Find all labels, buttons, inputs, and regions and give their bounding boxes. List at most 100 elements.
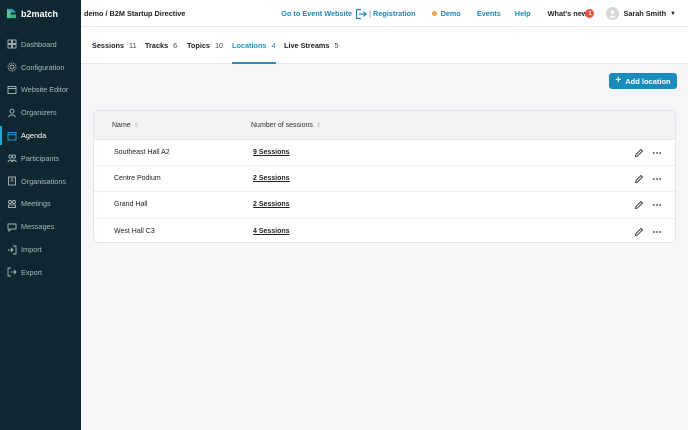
sidebar-item-import[interactable]: Import <box>0 238 81 261</box>
edit-icon[interactable] <box>634 174 644 184</box>
chevron-down-icon: ▼ <box>670 10 676 17</box>
export-icon <box>7 267 17 277</box>
sessions-link[interactable]: 9 Sessions <box>253 140 290 165</box>
demo-label: Demo <box>440 9 461 18</box>
organisations-icon <box>7 176 17 186</box>
sort-icon: ⇕ <box>315 123 321 129</box>
tab-label: Live Streams <box>284 41 330 50</box>
meetings-icon <box>7 199 17 209</box>
sidebar-item-organisations[interactable]: Organisations <box>0 170 81 193</box>
table-row: West Hall C3 4 Sessions <box>94 219 675 242</box>
tab-count: 5 <box>334 41 339 50</box>
sidebar-item-label: Dashboard <box>21 39 57 49</box>
tab-count: 10 <box>214 41 224 50</box>
column-header-name[interactable]: Name ⇕ <box>112 111 139 140</box>
sidebar-item-label: Meetings <box>21 199 51 209</box>
user-menu[interactable]: Sarah Smith ▼ <box>606 7 676 20</box>
user-name: Sarah Smith <box>623 9 667 18</box>
column-header-label: Name <box>112 122 131 129</box>
table-row: Southeast Hall A2 9 Sessions <box>94 140 675 167</box>
sidebar-item-messages[interactable]: Messages <box>0 215 81 238</box>
sidebar-item-organizers[interactable]: Organizers <box>0 101 81 124</box>
column-header-label: Number of sessions <box>251 122 313 129</box>
tab-label: Tracks <box>145 41 169 50</box>
more-options-icon[interactable] <box>652 227 662 237</box>
tab-label: Sessions <box>92 41 125 50</box>
location-name: Southeast Hall A2 <box>114 149 170 157</box>
sidebar-item-label: Export <box>21 267 43 277</box>
more-options-icon[interactable] <box>652 174 662 184</box>
row-actions <box>634 219 662 242</box>
location-name: Centre Podium <box>114 175 161 183</box>
demo-status-dot <box>431 11 437 16</box>
brand-name: b2match <box>21 8 59 19</box>
breadcrumb: demo / B2M Startup Directive <box>84 8 186 18</box>
edit-icon[interactable] <box>634 200 644 210</box>
row-actions <box>634 166 662 191</box>
sidebar-item-meetings[interactable]: Meetings <box>0 193 81 216</box>
table-header: Name ⇕ Number of sessions ⇕ <box>94 111 675 140</box>
sessions-link[interactable]: 2 Sessions <box>253 192 290 217</box>
sidebar-item-participants[interactable]: Participants <box>0 147 81 170</box>
sidebar-item-label: Agenda <box>21 131 47 141</box>
tab-count: 4 <box>271 41 276 50</box>
sidebar-item-export[interactable]: Export <box>0 261 81 284</box>
plus-icon: + <box>615 75 622 86</box>
more-options-icon[interactable] <box>652 200 662 210</box>
add-location-button[interactable]: + Add location <box>609 73 677 89</box>
sidebar-item-label: Participants <box>21 153 60 163</box>
messages-icon <box>7 222 17 232</box>
location-name: Grand Hall <box>114 201 148 209</box>
tab-live-streams[interactable]: Live Streams 5 <box>284 27 339 64</box>
edit-icon[interactable] <box>634 227 644 237</box>
sidebar-item-label: Import <box>21 245 42 255</box>
go-to-event-website-link[interactable]: Go to Event Website <box>281 8 367 20</box>
topbar-right: Go to Event Website | Registration Demo … <box>281 0 676 27</box>
topbar-separator: | <box>369 9 371 18</box>
tab-tracks[interactable]: Tracks 6 <box>145 27 177 64</box>
sidebar-item-dashboard[interactable]: Dashboard <box>0 33 81 56</box>
demo-status[interactable]: Demo <box>431 9 461 18</box>
more-options-icon[interactable] <box>652 148 662 158</box>
external-link-icon <box>355 8 367 19</box>
events-link[interactable]: Events <box>477 9 501 18</box>
tab-sessions[interactable]: Sessions 11 <box>92 27 137 64</box>
registration-link[interactable]: Registration <box>373 9 416 18</box>
sidebar-item-label: Messages <box>21 222 55 232</box>
edit-icon[interactable] <box>634 148 644 158</box>
whats-new-badge: 1 <box>585 9 595 18</box>
sidebar-item-website-editor[interactable]: Website Editor <box>0 79 81 102</box>
b2match-logo-icon <box>6 8 17 19</box>
add-location-label: Add location <box>625 76 671 86</box>
row-actions <box>634 192 662 217</box>
tab-locations[interactable]: Locations 4 <box>232 27 276 64</box>
configuration-icon <box>7 62 17 72</box>
dashboard-icon <box>7 39 17 49</box>
whats-new-button[interactable]: What's new 1 <box>548 9 595 18</box>
column-header-sessions[interactable]: Number of sessions ⇕ <box>251 111 321 140</box>
help-link[interactable]: Help <box>515 9 531 18</box>
tab-count: 11 <box>129 41 137 50</box>
table-row: Grand Hall 2 Sessions <box>94 192 675 219</box>
avatar <box>606 7 620 20</box>
topbar: demo / B2M Startup Directive Go to Event… <box>81 0 688 27</box>
website-editor-icon <box>7 85 17 95</box>
whats-new-label: What's new <box>547 9 588 18</box>
sidebar-item-label: Organisations <box>21 176 67 186</box>
import-icon <box>7 245 17 255</box>
tab-topics[interactable]: Topics 10 <box>187 27 223 64</box>
tab-label: Locations <box>232 41 267 50</box>
sidebar-item-label: Organizers <box>21 108 57 118</box>
tab-count: 6 <box>173 41 178 50</box>
sidebar-item-configuration[interactable]: Configuration <box>0 56 81 79</box>
go-to-event-website-label: Go to Event Website <box>281 9 353 18</box>
user-icon <box>609 10 617 18</box>
table-row: Centre Podium 2 Sessions <box>94 166 675 193</box>
brand[interactable]: b2match <box>0 0 81 27</box>
sidebar-item-label: Configuration <box>21 62 65 72</box>
sessions-link[interactable]: 2 Sessions <box>253 166 290 191</box>
sidebar-item-agenda[interactable]: Agenda <box>0 124 81 147</box>
participants-icon <box>7 153 17 163</box>
sessions-link[interactable]: 4 Sessions <box>253 219 290 242</box>
locations-table: Name ⇕ Number of sessions ⇕ Southeast Ha… <box>93 110 676 243</box>
